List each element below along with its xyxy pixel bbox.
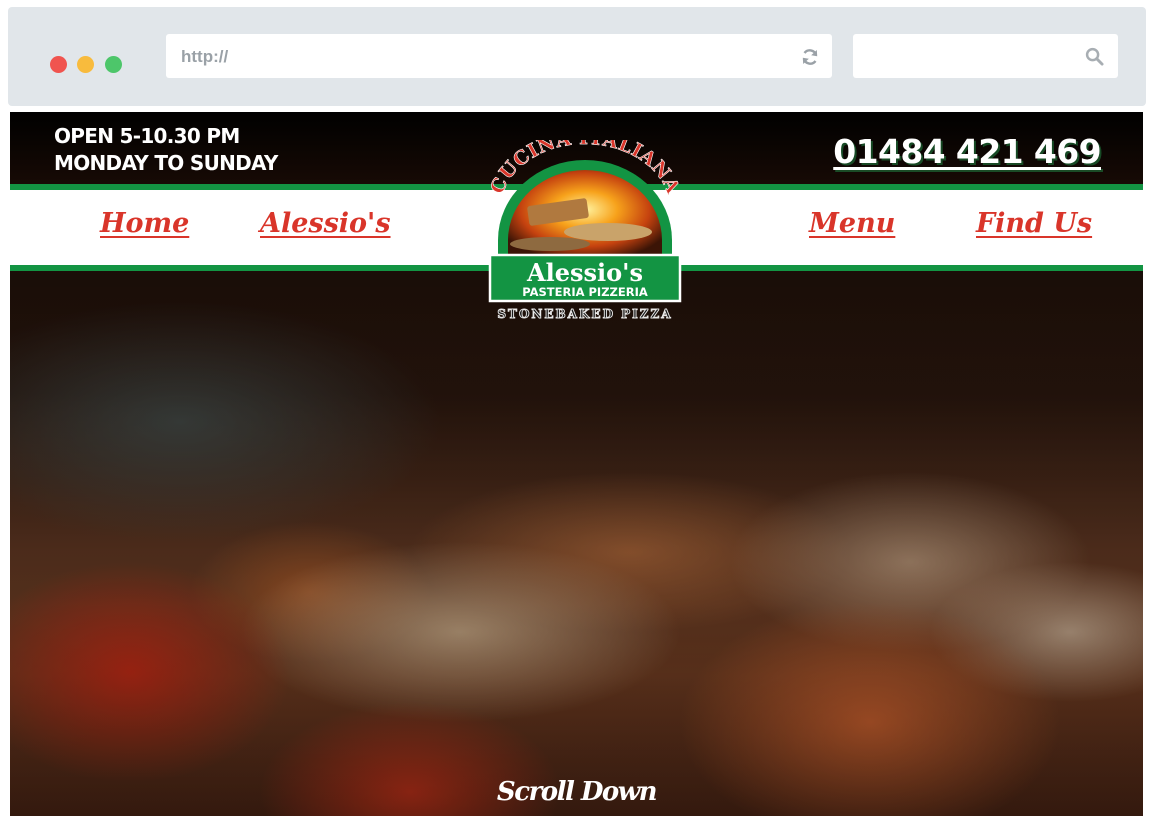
search-icon[interactable] (1085, 47, 1104, 66)
address-bar-text: http:// (181, 47, 229, 66)
restaurant-logo[interactable]: CUCINA ITALIANA Alessio's PASTERIA PIZZE… (480, 140, 690, 330)
website-viewport: OPEN 5-10.30 PM MONDAY TO SUNDAY 01484 4… (10, 112, 1143, 816)
logo-tagline: STONEBAKED PIZZA (497, 307, 672, 321)
nav-link-find-us[interactable]: Find Us (976, 208, 1092, 239)
scroll-down-link[interactable]: Scroll Down (10, 777, 1143, 807)
nav-link-alessios[interactable]: Alessio's (260, 208, 391, 239)
opening-hours-line2: MONDAY TO SUNDAY (54, 151, 278, 175)
browser-search-field[interactable] (853, 34, 1118, 78)
nav-link-menu[interactable]: Menu (809, 208, 895, 239)
close-window-button[interactable] (50, 56, 67, 73)
opening-hours-line1: OPEN 5-10.30 PM (54, 124, 240, 148)
address-bar[interactable]: http:// (166, 34, 832, 78)
browser-toolbar: http:// (8, 7, 1146, 106)
nav-link-home[interactable]: Home (100, 208, 189, 239)
maximize-window-button[interactable] (105, 56, 122, 73)
minimize-window-button[interactable] (77, 56, 94, 73)
logo-name: Alessio's (526, 258, 643, 287)
phone-number-link[interactable]: 01484 421 469 (833, 132, 1101, 171)
logo-subtitle: PASTERIA PIZZERIA (522, 285, 648, 299)
reload-icon[interactable] (800, 47, 820, 67)
opening-hours: OPEN 5-10.30 PM MONDAY TO SUNDAY (54, 123, 278, 177)
